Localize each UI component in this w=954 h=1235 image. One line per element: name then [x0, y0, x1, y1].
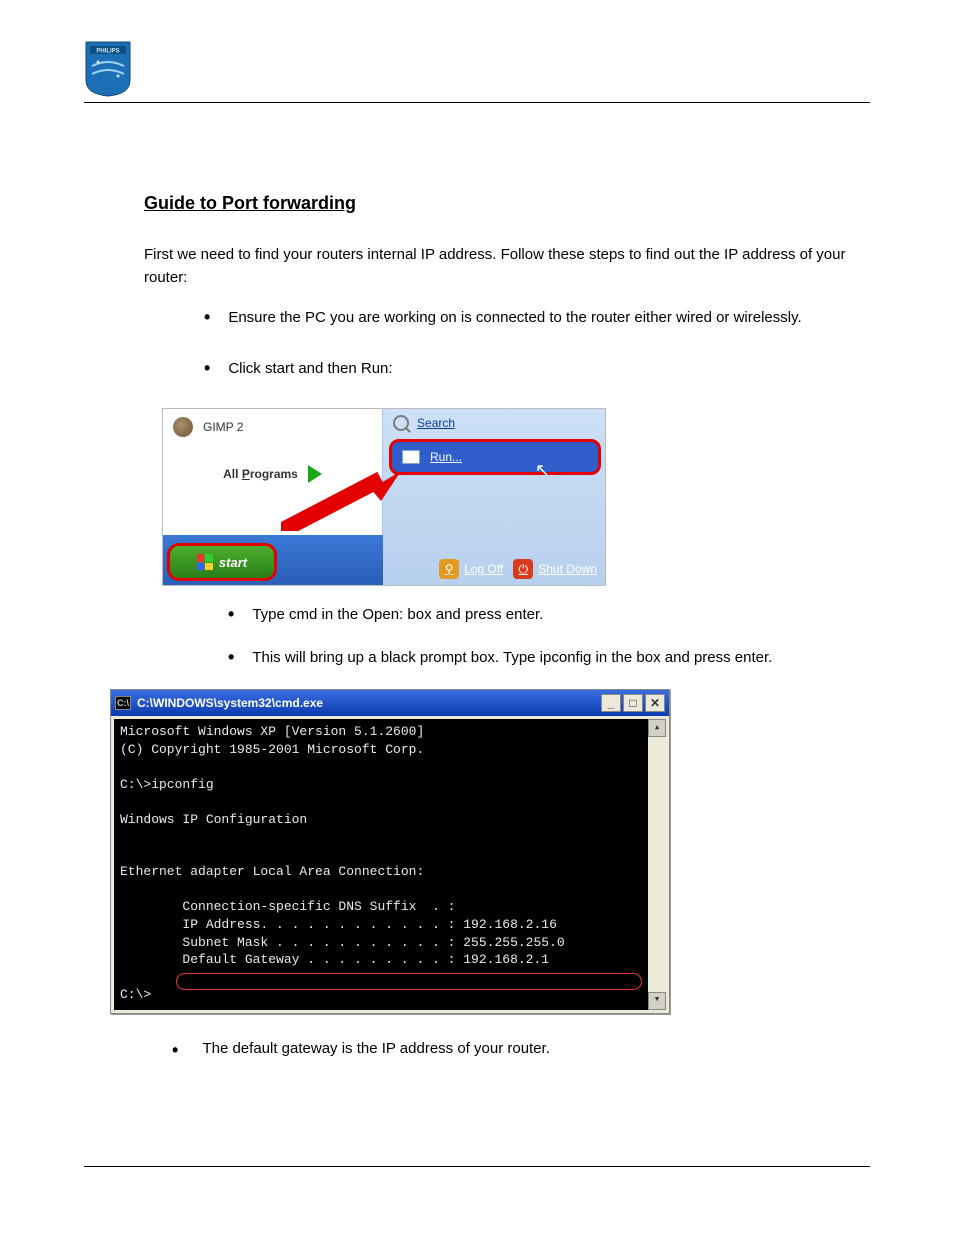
logoff-label: Log Off	[464, 562, 503, 576]
start-label: start	[219, 555, 247, 570]
power-icon: ⏻	[513, 559, 533, 579]
cmd-output: Microsoft Windows XP [Version 5.1.2600] …	[120, 723, 640, 1004]
run-menu-item[interactable]: Run... ↖	[389, 439, 601, 475]
step-item: • Click start and then Run:	[204, 358, 870, 381]
scroll-up-button[interactable]: ▴	[648, 719, 666, 737]
start-button[interactable]: start	[167, 543, 277, 581]
run-label: Run...	[430, 450, 462, 464]
arrow-right-icon	[308, 465, 322, 483]
bullet-icon: •	[204, 307, 210, 330]
final-bullet-text: The default gateway is the IP address of…	[202, 1040, 549, 1057]
startmenu-left-panel: GIMP 2 All Programs	[163, 409, 383, 537]
gimp-label: GIMP 2	[203, 420, 243, 434]
svg-text:PHILIPS: PHILIPS	[96, 49, 119, 55]
screenshot-start-run: GIMP 2 All Programs start Search	[162, 408, 606, 586]
page-header: PHILIPS	[84, 40, 870, 103]
cmd-title-text: C:\WINDOWS\system32\cmd.exe	[137, 696, 323, 710]
step-text: Type cmd in the Open: box and press ente…	[252, 604, 870, 627]
scrollbar[interactable]: ▴ ▾	[648, 719, 666, 1010]
bullet-icon: •	[172, 1040, 198, 1061]
step-item: • Type cmd in the Open: box and press en…	[228, 604, 870, 627]
step-text: Click start and then Run:	[228, 358, 870, 381]
search-menu-item[interactable]: Search	[383, 409, 606, 437]
bullet-icon: •	[228, 647, 234, 670]
cmd-body[interactable]: ▴ ▾ Microsoft Windows XP [Version 5.1.26…	[114, 719, 666, 1010]
cmd-titlebar[interactable]: C:\ C:\WINDOWS\system32\cmd.exe _ □ ✕	[111, 690, 669, 716]
step-item: • Ensure the PC you are working on is co…	[204, 307, 870, 330]
startmenu-right-panel: Search Run... ↖ ⚲ Log Off ⏻ Shut Down	[383, 409, 606, 586]
footer-divider	[84, 1166, 870, 1167]
bullet-icon: •	[204, 358, 210, 381]
startmenu-app-row[interactable]: GIMP 2	[163, 409, 382, 445]
maximize-button[interactable]: □	[623, 694, 643, 712]
minimize-button[interactable]: _	[601, 694, 621, 712]
screenshot-cmd-window: C:\ C:\WINDOWS\system32\cmd.exe _ □ ✕ ▴ …	[110, 689, 670, 1014]
all-programs-label: All Programs	[223, 467, 298, 481]
shut-down-button[interactable]: ⏻ Shut Down	[513, 559, 597, 579]
intro-paragraph: First we need to find your routers inter…	[144, 244, 870, 289]
search-label: Search	[417, 416, 455, 430]
log-off-button[interactable]: ⚲ Log Off	[439, 559, 503, 579]
final-bullet-row: • The default gateway is the IP address …	[144, 1040, 870, 1061]
taskbar: start	[163, 535, 383, 585]
close-button[interactable]: ✕	[645, 694, 665, 712]
logoff-icon: ⚲	[439, 559, 459, 579]
run-icon	[402, 450, 420, 464]
all-programs-button[interactable]: All Programs	[163, 465, 382, 483]
scroll-down-button[interactable]: ▾	[648, 992, 666, 1010]
search-icon	[393, 415, 409, 431]
bullet-icon: •	[228, 604, 234, 627]
mouse-cursor-icon: ↖	[535, 460, 550, 481]
step-text: This will bring up a black prompt box. T…	[252, 647, 870, 670]
gimp-icon	[173, 417, 193, 437]
windows-flag-icon	[197, 554, 213, 570]
philips-logo: PHILIPS	[84, 40, 132, 98]
step-text: Ensure the PC you are working on is conn…	[228, 307, 870, 330]
shutdown-label: Shut Down	[538, 562, 597, 576]
section-heading: Guide to Port forwarding	[144, 193, 870, 214]
step-item: • This will bring up a black prompt box.…	[228, 647, 870, 670]
cmd-icon: C:\	[115, 696, 131, 710]
